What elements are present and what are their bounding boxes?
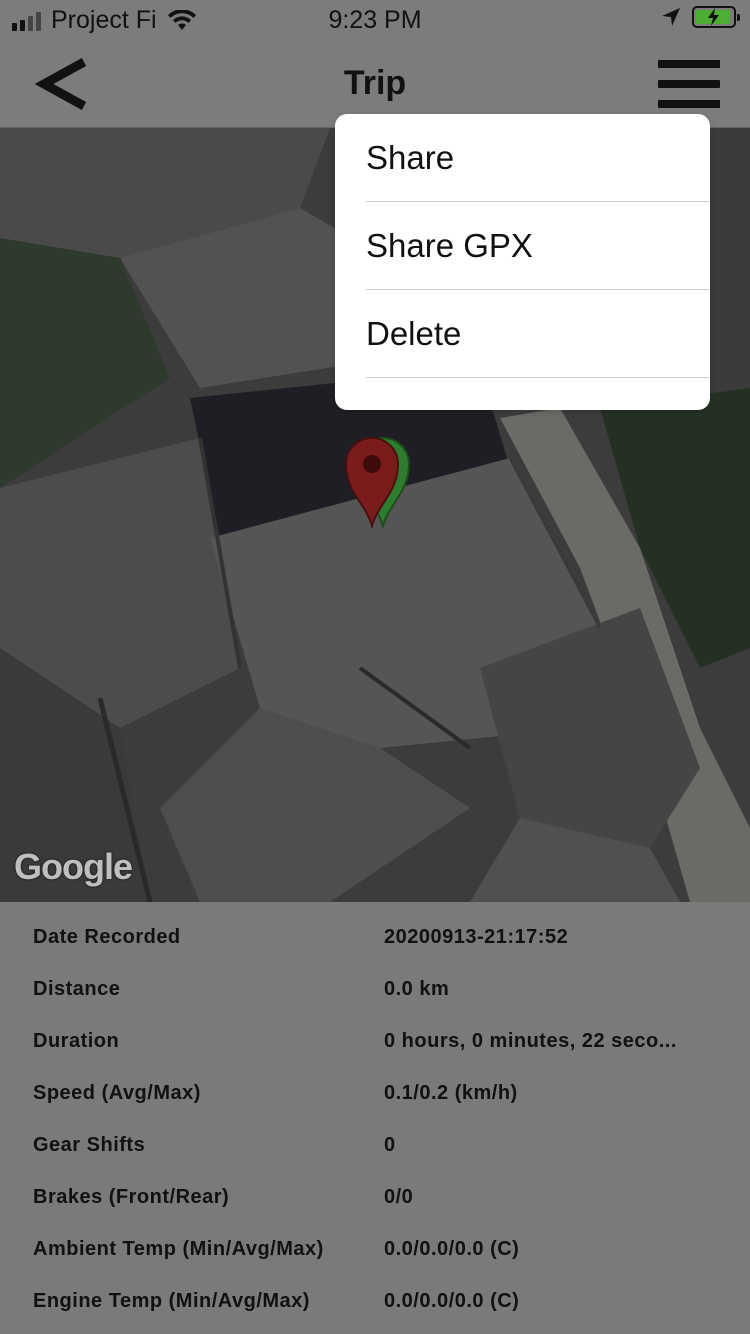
- detail-row-ambient-temp: Ambient Temp (Min/Avg/Max) 0.0/0.0/0.0 (…: [0, 1238, 750, 1290]
- detail-row-duration: Duration 0 hours, 0 minutes, 22 seco...: [0, 1030, 750, 1082]
- detail-label: Date Recorded: [33, 926, 181, 948]
- page-title: Trip: [343, 64, 407, 102]
- status-time: 9:23 PM: [328, 6, 422, 34]
- detail-row-brakes: Brakes (Front/Rear) 0/0: [0, 1186, 750, 1238]
- menu-item-delete[interactable]: Delete: [366, 290, 710, 378]
- hamburger-menu-icon[interactable]: [658, 58, 720, 110]
- status-bar: Project Fi 9:23 PM: [0, 0, 750, 42]
- detail-label: Gear Shifts: [33, 1134, 146, 1156]
- detail-label: Brakes (Front/Rear): [33, 1186, 230, 1208]
- google-logo: Google: [14, 846, 133, 887]
- menu-item-share[interactable]: Share: [366, 114, 710, 202]
- charging-bolt-icon: [708, 8, 719, 26]
- detail-row-engine-temp: Engine Temp (Min/Avg/Max) 0.0/0.0/0.0 (C…: [0, 1290, 750, 1334]
- menu-item-share-gpx[interactable]: Share GPX: [366, 202, 710, 290]
- detail-value: 0.1/0.2 (km/h): [384, 1082, 518, 1104]
- end-marker-icon[interactable]: [344, 434, 400, 528]
- detail-value: 0.0/0.0/0.0 (C): [384, 1238, 520, 1260]
- detail-row-speed: Speed (Avg/Max) 0.1/0.2 (km/h): [0, 1082, 750, 1134]
- battery-icon: [692, 6, 740, 28]
- status-right: [660, 6, 740, 28]
- location-arrow-icon: [662, 8, 680, 26]
- detail-value: 20200913-21:17:52: [384, 926, 569, 948]
- detail-value: 0/0: [384, 1186, 414, 1208]
- overflow-menu: Share Share GPX Delete: [335, 114, 710, 410]
- detail-label: Speed (Avg/Max): [33, 1082, 201, 1104]
- detail-value: 0 hours, 0 minutes, 22 seco...: [384, 1030, 677, 1052]
- detail-value: 0: [384, 1134, 396, 1156]
- detail-label: Engine Temp (Min/Avg/Max): [33, 1290, 310, 1312]
- detail-value: 0.0 km: [384, 978, 450, 1000]
- detail-row-date-recorded: Date Recorded 20200913-21:17:52: [0, 926, 750, 978]
- detail-label: Duration: [33, 1030, 120, 1052]
- detail-row-distance: Distance 0.0 km: [0, 978, 750, 1030]
- detail-row-gear-shifts: Gear Shifts 0: [0, 1134, 750, 1186]
- trip-details: Date Recorded 20200913-21:17:52 Distance…: [0, 902, 750, 1334]
- detail-label: Distance: [33, 978, 121, 1000]
- detail-label: Ambient Temp (Min/Avg/Max): [33, 1238, 324, 1260]
- detail-value: 0.0/0.0/0.0 (C): [384, 1290, 520, 1312]
